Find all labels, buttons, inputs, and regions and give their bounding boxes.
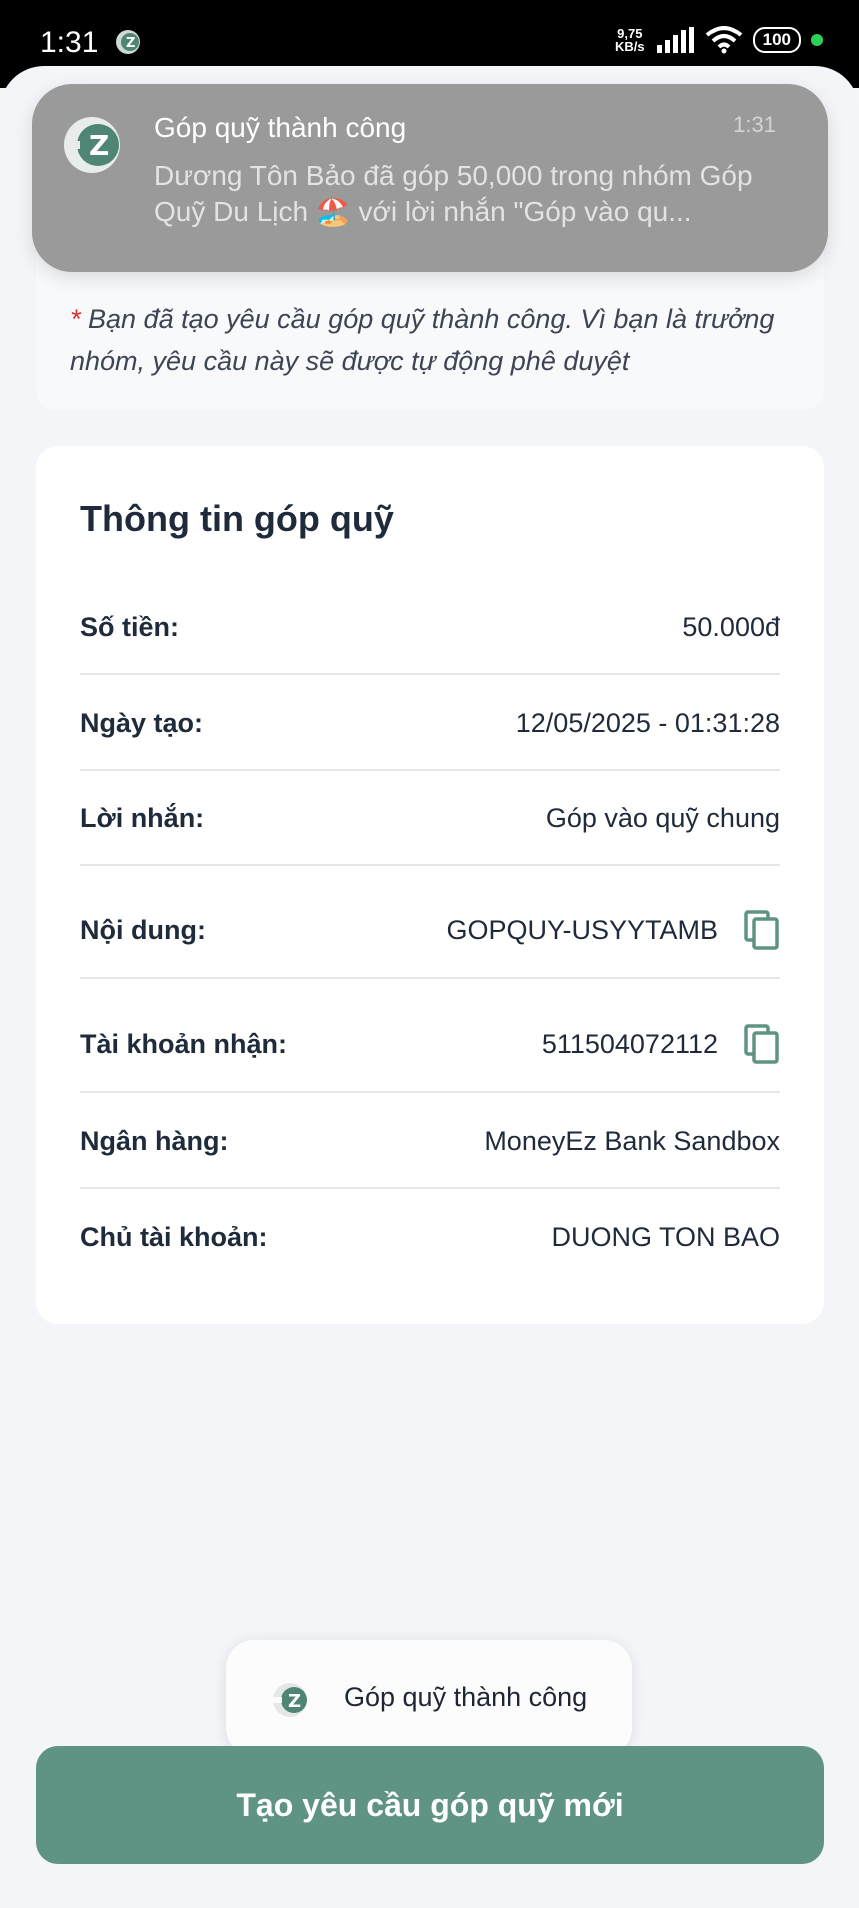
toast-message: Góp quỹ thành công [344,1682,588,1712]
info-label: Tài khoản nhận: [80,1028,288,1059]
info-value: DUONG TON BAO [551,1222,780,1252]
divider [80,1091,780,1093]
network-speed: 9,75 KB/s [615,26,645,54]
contribution-info-card: Thông tin góp quỹ Số tiền: 50.000đ Ngày … [36,446,824,1324]
copy-icon[interactable] [744,1024,780,1064]
app-logo-icon: Z [116,30,140,54]
app-logo-icon: Z [64,117,120,173]
info-value: Góp vào quỹ chung [545,803,780,833]
copy-icon[interactable] [744,910,780,950]
status-indicators: 9,75 KB/s 100 [615,26,823,54]
divider [80,769,780,771]
info-label: Ngày tạo: [80,708,204,738]
svg-text:Z: Z [89,129,109,162]
signal-icon [656,27,694,53]
info-value: GOPQUY-USYYTAMB [446,910,780,950]
notification-time: 1:31 [733,112,776,137]
info-row-transfer-content: Nội dung: GOPQUY-USYYTAMB [80,898,780,962]
create-new-contribution-button[interactable]: Tạo yêu cầu góp quỹ mới [36,1746,824,1864]
info-value: 511504072112 [542,1024,780,1064]
wifi-icon [705,26,742,54]
info-value: MoneyEz Bank Sandbox [484,1126,780,1156]
info-label: Chủ tài khoản: [80,1222,268,1252]
privacy-dot [811,34,823,46]
info-value: 12/05/2025 - 01:31:28 [515,708,780,738]
notification-title: Góp quỹ thành công [154,112,407,143]
info-label: Ngân hàng: [80,1126,229,1156]
info-label: Lời nhắn: [80,803,205,833]
svg-text:Z: Z [126,36,135,51]
info-card-title: Thông tin góp quỹ [80,498,394,539]
success-toast: Z Góp quỹ thành công [226,1640,632,1756]
info-label: Số tiền: [80,612,179,642]
info-row-created-date: Ngày tạo: 12/05/2025 - 01:31:28 [80,708,780,739]
app-logo-icon: Z [273,1683,307,1717]
svg-text:Z: Z [288,1691,301,1712]
divider [80,977,780,979]
notification-body: Dương Tôn Bảo đã góp 50,000 trong nhóm G… [154,160,753,227]
info-row-bank: Ngân hàng: MoneyEz Bank Sandbox [80,1126,780,1157]
info-row-receiving-account: Tài khoản nhận: 511504072112 [80,1012,780,1076]
notice-text: * Bạn đã tạo yêu cầu góp quỹ thành công.… [70,304,775,376]
notification-banner[interactable]: Z Góp quỹ thành công 1:31 Dương Tôn Bảo … [32,84,828,272]
info-value: 50.000đ [682,612,780,642]
status-time: 1:31 [40,26,99,59]
battery-indicator: 100 [752,27,801,53]
info-label: Nội dung: [80,914,206,945]
info-row-message: Lời nhắn: Góp vào quỹ chung [80,803,780,834]
required-star: * [70,304,81,334]
divider [80,673,780,675]
info-row-amount: Số tiền: 50.000đ [80,612,780,643]
divider [80,864,780,866]
divider [80,1187,780,1189]
info-row-account-holder: Chủ tài khoản: DUONG TON BAO [80,1222,780,1253]
